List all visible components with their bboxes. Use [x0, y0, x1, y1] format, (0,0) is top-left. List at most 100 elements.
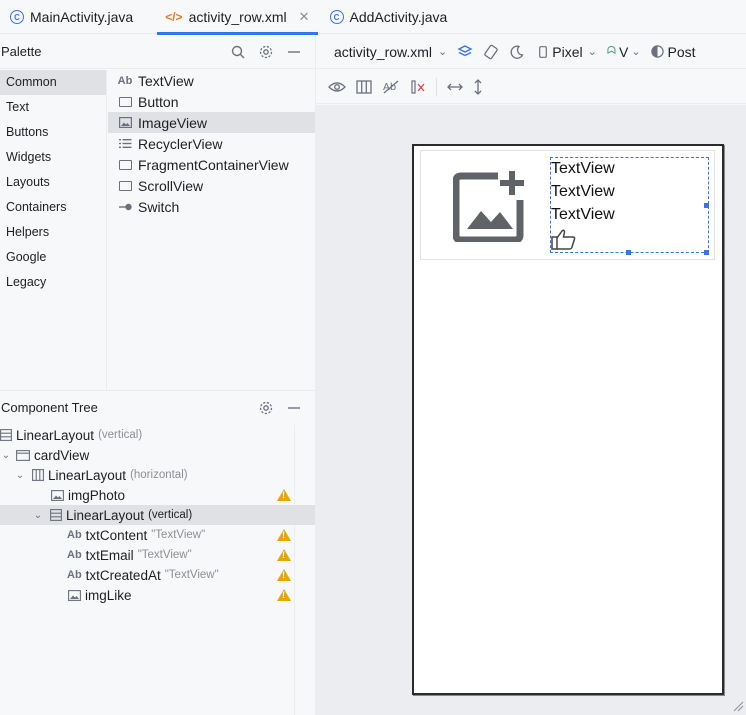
phone-icon — [539, 45, 548, 58]
chevron-down-icon[interactable]: ⌄ — [0, 450, 12, 461]
category-helpers[interactable]: Helpers — [0, 220, 106, 245]
gear-icon[interactable] — [259, 45, 273, 59]
widget-textview[interactable]: Ab TextView — [108, 70, 315, 91]
layout-file-dropdown[interactable]: activity_row.xml ⌄ — [334, 44, 447, 60]
tree-row-label: txtEmail — [85, 547, 134, 563]
eye-icon[interactable] — [328, 80, 346, 94]
tree-row-sub: "TextView" — [164, 569, 219, 581]
imageview-icon — [51, 489, 64, 501]
recyclerview-icon — [118, 138, 132, 149]
widget-label: Switch — [138, 198, 180, 215]
tree-row[interactable]: Ab txtContent "TextView" — [0, 525, 315, 545]
resize-handle[interactable] — [704, 250, 709, 255]
device-dropdown[interactable]: Pixel ⌄ — [539, 44, 597, 60]
tree-row[interactable]: imgPhoto — [0, 485, 315, 505]
tree-row-label: imgPhoto — [68, 487, 126, 503]
columns-icon[interactable] — [356, 79, 372, 94]
palette-categories: Common Text Buttons Widgets Layouts Cont… — [0, 70, 107, 390]
tree-row[interactable]: LinearLayout (vertical) — [0, 425, 315, 445]
tree-row-label: imgLike — [85, 587, 132, 603]
vertical-layout-icon — [50, 509, 62, 521]
chevron-down-icon[interactable]: ⌄ — [14, 470, 26, 481]
category-buttons[interactable]: Buttons — [0, 120, 106, 145]
minimize-icon[interactable] — [287, 401, 301, 415]
textview-icon: Ab — [67, 569, 82, 581]
close-icon[interactable]: ✕ — [299, 9, 310, 25]
tree-row-sub: "TextView" — [151, 529, 206, 541]
tree-row[interactable]: Ab txtEmail "TextView" — [0, 545, 315, 565]
button-icon — [118, 96, 132, 107]
tree-row[interactable]: ⌄ LinearLayout (horizontal) — [0, 465, 315, 485]
tab-add-activity[interactable]: C AddActivity.java — [322, 0, 456, 34]
widget-imageview[interactable]: ImageView — [108, 112, 315, 133]
tree-row-label: cardView — [34, 447, 90, 463]
night-mode-icon[interactable] — [509, 44, 525, 60]
palette-title: Palette — [1, 44, 42, 59]
category-legacy[interactable]: Legacy — [0, 270, 106, 295]
tab-label: activity_row.xml — [188, 9, 287, 25]
widget-switch[interactable]: Switch — [108, 196, 315, 217]
category-layouts[interactable]: Layouts — [0, 170, 106, 195]
warning-icon[interactable] — [277, 489, 291, 501]
tree-row[interactable]: imgLike — [0, 585, 315, 605]
api-dropdown[interactable]: ᗣ V ⌄ — [607, 44, 641, 60]
tab-main-activity[interactable]: C MainActivity.java — [2, 0, 141, 34]
widget-recyclerview[interactable]: RecyclerView — [108, 133, 315, 154]
tree-row-label: txtContent — [85, 527, 148, 543]
category-text[interactable]: Text — [0, 95, 106, 120]
search-icon[interactable] — [231, 45, 245, 59]
warning-icon[interactable] — [277, 529, 291, 541]
category-google[interactable]: Google — [0, 245, 106, 270]
tree-row[interactable]: ⌄ cardView — [0, 445, 315, 465]
widget-label: RecyclerView — [138, 135, 223, 152]
scrollview-icon — [118, 180, 132, 191]
chevron-down-icon[interactable]: ⌄ — [32, 510, 44, 521]
component-tree-header: Component Tree — [0, 390, 315, 424]
category-common[interactable]: Common — [0, 70, 106, 95]
theme-label: Post — [667, 43, 696, 60]
preview-textview-content[interactable]: TextView — [551, 160, 615, 178]
preview-textview-email[interactable]: TextView — [551, 183, 615, 201]
warning-icon[interactable] — [277, 589, 291, 601]
chevron-down-icon: ⌄ — [631, 46, 641, 58]
autoconnect-off-icon[interactable]: Ab — [382, 79, 400, 95]
editor-tab-bar: C MainActivity.java </> activity_row.xml… — [0, 0, 746, 35]
design-surface-icon[interactable] — [457, 44, 473, 60]
tab-activity-row-xml[interactable]: </> activity_row.xml ✕ — [157, 0, 318, 35]
resize-grip-icon[interactable] — [732, 700, 744, 712]
widget-label: TextView — [138, 72, 194, 89]
resize-handle[interactable] — [626, 250, 631, 255]
widget-fragmentcontainerview[interactable]: FragmentContainerView — [108, 154, 315, 175]
preview-textview-created[interactable]: TextView — [551, 206, 615, 224]
category-widgets[interactable]: Widgets — [0, 145, 106, 170]
design-toolbar: activity_row.xml ⌄ Pixel ⌄ ᗣ V ⌄ Post — [316, 35, 746, 69]
horizontal-expand-icon[interactable] — [447, 82, 463, 92]
tab-label: MainActivity.java — [30, 9, 134, 25]
textview-icon: Ab — [67, 529, 82, 541]
switch-icon — [118, 203, 132, 211]
minimize-icon[interactable] — [287, 45, 301, 59]
add-image-placeholder-icon[interactable] — [452, 168, 527, 244]
thumb-up-icon[interactable] — [551, 228, 577, 250]
tree-row[interactable]: Ab txtCreatedAt "TextView" — [0, 565, 315, 585]
vertical-expand-icon[interactable] — [473, 78, 483, 95]
warning-icon[interactable] — [277, 569, 291, 581]
component-tree-title: Component Tree — [1, 400, 98, 415]
widget-button[interactable]: Button — [108, 91, 315, 112]
device-label: Pixel — [552, 43, 583, 60]
widget-scrollview[interactable]: ScrollView — [108, 175, 315, 196]
orientation-icon[interactable] — [483, 44, 499, 60]
category-containers[interactable]: Containers — [0, 195, 106, 220]
widget-label: Button — [138, 93, 179, 110]
textview-icon: Ab — [67, 549, 82, 561]
clear-constraints-icon[interactable] — [410, 79, 426, 95]
theme-dropdown[interactable]: Post — [650, 43, 696, 60]
resize-handle[interactable] — [704, 203, 709, 208]
tree-row[interactable]: ⌄ LinearLayout (vertical) — [0, 505, 315, 525]
tree-row-label: txtCreatedAt — [85, 567, 161, 583]
warning-icon[interactable] — [277, 549, 291, 561]
horizontal-layout-icon — [32, 469, 44, 481]
xml-layout-icon: </> — [165, 10, 183, 24]
gear-icon[interactable] — [259, 401, 273, 415]
view-options-toolbar: Ab — [316, 70, 746, 104]
